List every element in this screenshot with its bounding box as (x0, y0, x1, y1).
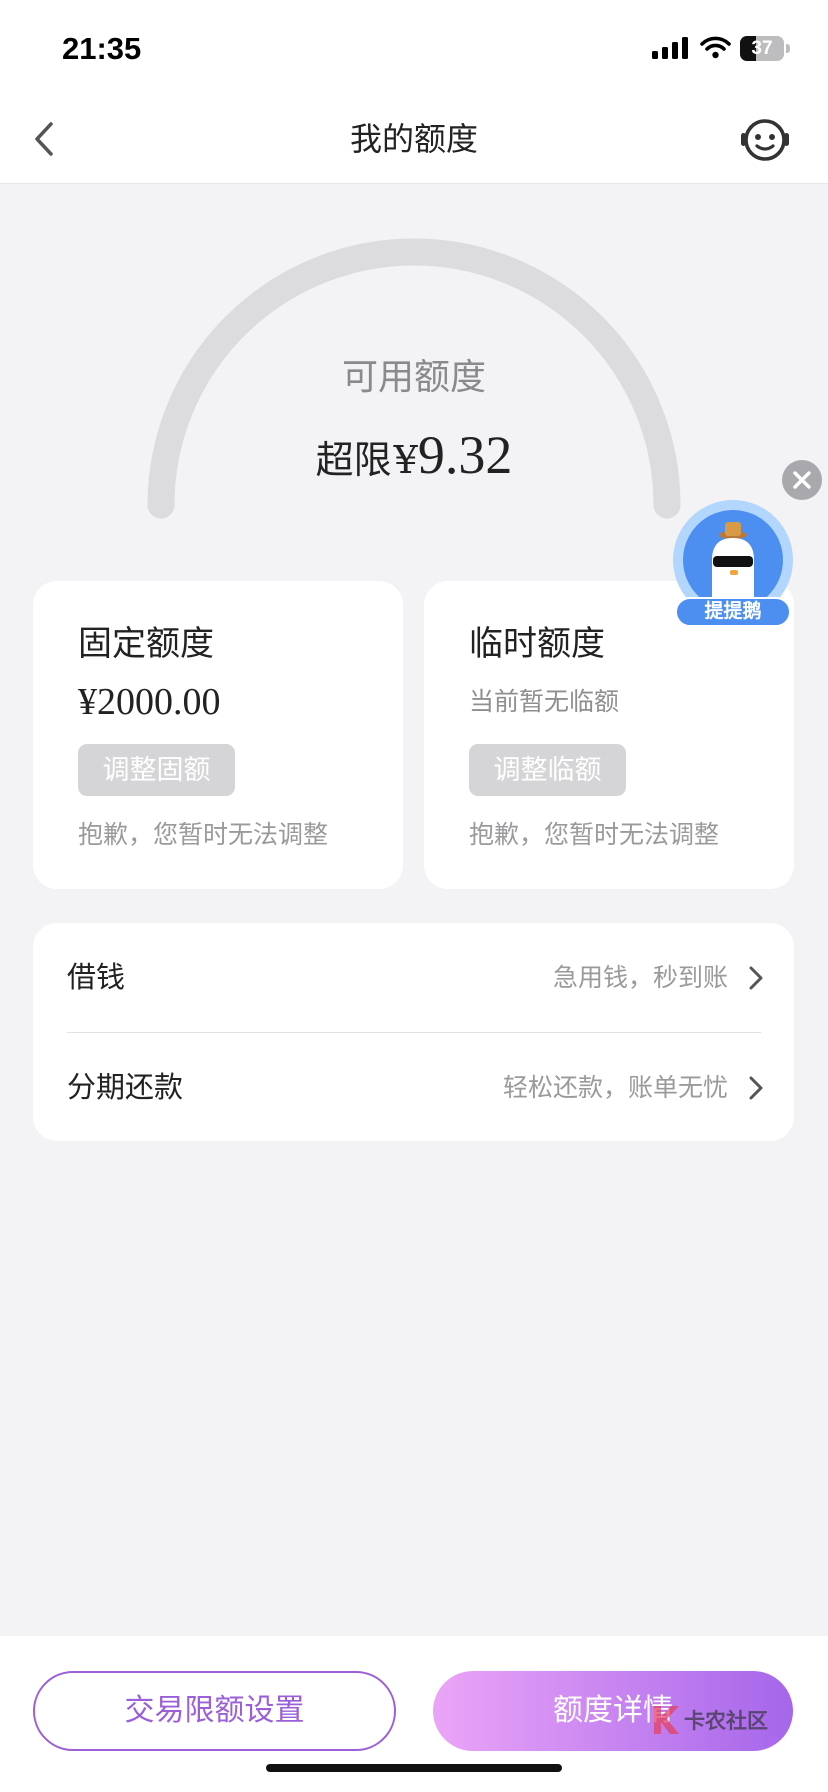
available-credit-label: 可用额度 (341, 356, 486, 397)
chevron-right-icon (749, 1076, 763, 1100)
watermark-logo-icon (654, 1706, 679, 1734)
list-item-hint: 急用钱，秒到账 (552, 964, 728, 992)
watermark-text: 卡农社区 (684, 1710, 768, 1733)
fixed-credit-note: 抱歉，您暂时无法调整 (78, 821, 329, 849)
transaction-limit-button[interactable]: 交易限额设置 (33, 1671, 396, 1751)
temp-credit-note: 抱歉，您暂时无法调整 (469, 821, 720, 849)
list-item-installment[interactable]: 分期还款 轻松还款，账单无忧 (33, 1033, 794, 1143)
wifi-icon (700, 36, 731, 59)
list-item-hint: 轻松还款，账单无忧 (502, 1074, 728, 1102)
over-limit-label: 超限 (315, 440, 392, 482)
temp-credit-status: 当前暂无临额 (469, 688, 620, 716)
cellular-signal-icon (652, 37, 688, 59)
mascot-badge[interactable]: 提提鹅 (668, 500, 798, 632)
over-limit-amount: 9.32 (417, 425, 513, 485)
fixed-credit-value: ¥2000.00 (78, 681, 221, 723)
battery-nub (786, 44, 790, 53)
status-time: 21:35 (62, 31, 142, 66)
list-item-borrow[interactable]: 借钱 急用钱，秒到账 (33, 923, 794, 1033)
list-item-label: 分期还款 (67, 1072, 184, 1104)
page-title: 我的额度 (349, 121, 478, 157)
fixed-credit-card: 固定额度 ¥2000.00 调整固额 抱歉，您暂时无法调整 (33, 581, 403, 889)
customer-service-icon[interactable] (738, 112, 792, 166)
currency-symbol: ¥ (393, 438, 418, 482)
list-item-label: 借钱 (67, 962, 126, 994)
battery-icon: 37 (740, 36, 784, 61)
adjust-fixed-credit-button[interactable]: 调整固额 (78, 744, 235, 796)
services-list: 借钱 急用钱，秒到账 分期还款 轻松还款，账单无忧 (33, 923, 794, 1141)
close-icon (793, 471, 811, 489)
close-badge-button[interactable] (782, 460, 822, 500)
watermark: 卡农社区 (650, 1700, 800, 1740)
adjust-temp-credit-button[interactable]: 调整临额 (469, 744, 626, 796)
home-indicator[interactable] (266, 1764, 562, 1772)
battery-percent: 37 (751, 38, 773, 59)
chevron-right-icon (749, 966, 763, 990)
available-credit-amount: 超限 ¥ 9.32 (0, 424, 828, 490)
fixed-credit-title: 固定额度 (78, 625, 214, 663)
mascot-label: 提提鹅 (704, 601, 762, 622)
temp-credit-title: 临时额度 (469, 625, 605, 663)
